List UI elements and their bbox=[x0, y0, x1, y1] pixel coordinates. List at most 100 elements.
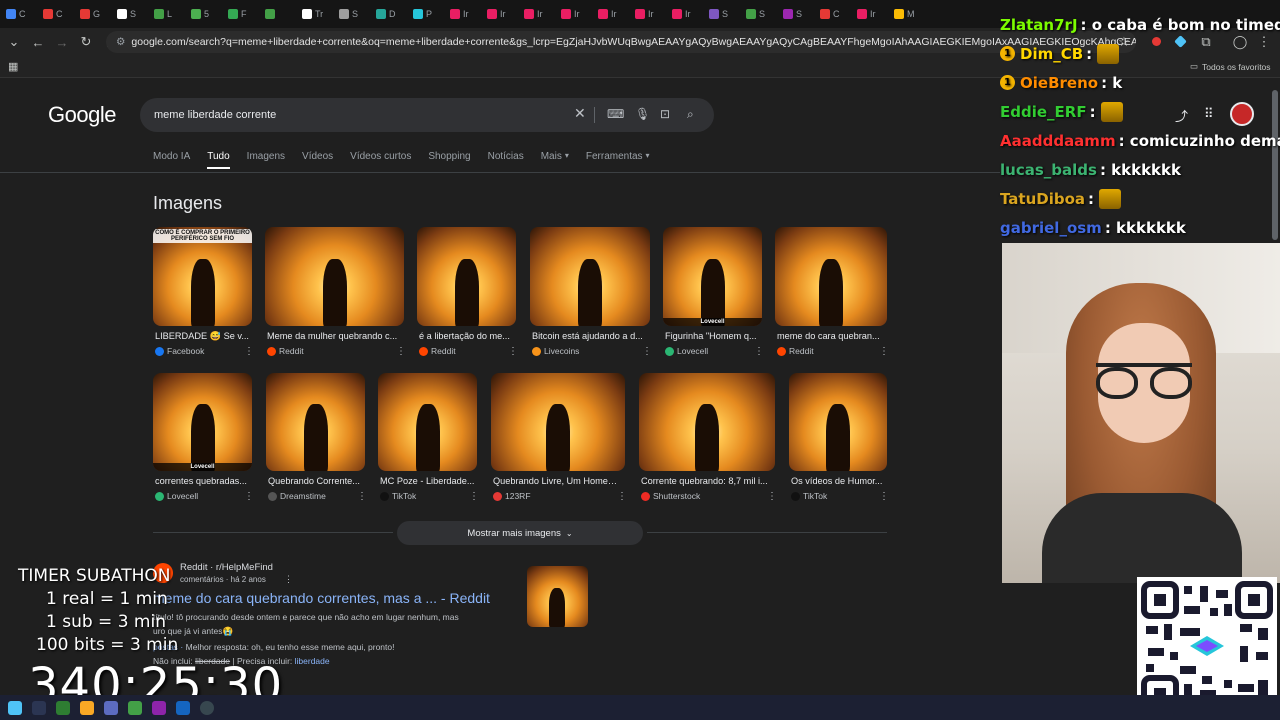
taskbar-app-3-icon[interactable] bbox=[104, 700, 118, 715]
image-title[interactable]: Bitcoin está ajudando a d... bbox=[532, 331, 648, 341]
image-result-card[interactable]: Bitcoin está ajudando a d... Livecoins ⋮ bbox=[530, 227, 652, 362]
browser-tab[interactable]: M bbox=[894, 4, 927, 24]
image-source[interactable]: Livecoins bbox=[532, 346, 579, 356]
back-icon[interactable]: ← bbox=[26, 35, 50, 50]
image-title[interactable]: Os vídeos de Humor... bbox=[791, 476, 885, 486]
apps-grid-icon[interactable]: ▦ bbox=[8, 60, 18, 73]
image-title[interactable]: Quebrando Livre, Um Homem... bbox=[493, 476, 623, 486]
browser-tab[interactable]: Ir bbox=[635, 4, 668, 24]
filter-tab[interactable]: Mais bbox=[541, 151, 562, 169]
image-menu-icon[interactable]: ⋮ bbox=[244, 346, 254, 357]
image-result-card[interactable]: é a libertação do me... Reddit ⋮ bbox=[417, 227, 518, 362]
taskbar-app-2-icon[interactable] bbox=[80, 700, 94, 715]
image-menu-icon[interactable]: ⋮ bbox=[244, 491, 254, 502]
browser-tab[interactable]: D bbox=[376, 4, 409, 24]
image-source[interactable]: Dreamstime bbox=[268, 491, 326, 501]
image-menu-icon[interactable]: ⋮ bbox=[642, 346, 652, 357]
result-title-link[interactable]: meme do cara quebrando correntes, mas a … bbox=[153, 590, 490, 606]
taskbar-search-icon[interactable] bbox=[32, 700, 46, 715]
incl-word-link[interactable]: liberdade bbox=[295, 656, 330, 666]
taskbar-app-6-icon[interactable] bbox=[176, 700, 190, 715]
image-menu-icon[interactable]: ⋮ bbox=[754, 346, 764, 357]
filter-tab[interactable]: Notícias bbox=[488, 151, 524, 169]
image-result-card[interactable]: MC Poze - Liberdade... TikTok ⋮ bbox=[378, 373, 479, 507]
image-title[interactable]: correntes quebradas... bbox=[155, 476, 250, 486]
image-result-card[interactable]: Meme da mulher quebrando c... Reddit ⋮ bbox=[265, 227, 406, 362]
image-source[interactable]: Shutterstock bbox=[641, 491, 700, 501]
browser-tab[interactable]: Ir bbox=[487, 4, 520, 24]
browser-tab[interactable]: Ir bbox=[561, 4, 594, 24]
filter-tab[interactable]: Tudo bbox=[207, 151, 230, 169]
browser-tab[interactable]: G bbox=[80, 4, 113, 24]
image-thumbnail[interactable] bbox=[530, 227, 650, 326]
image-source[interactable]: Reddit bbox=[419, 346, 456, 356]
forward-icon[interactable]: → bbox=[50, 35, 74, 50]
image-source[interactable]: Reddit bbox=[777, 346, 814, 356]
image-title[interactable]: Figurinha "Homem q... bbox=[665, 331, 760, 341]
image-menu-icon[interactable]: ⋮ bbox=[508, 346, 518, 357]
taskbar-app-5-icon[interactable] bbox=[152, 700, 166, 715]
chat-username[interactable]: gabriel_osm bbox=[1000, 219, 1102, 237]
image-menu-icon[interactable]: ⋮ bbox=[767, 491, 777, 502]
chat-username[interactable]: Aaadddaamm bbox=[1000, 132, 1116, 150]
result-site[interactable]: Reddit · r/HelpMeFind bbox=[180, 562, 273, 573]
image-source[interactable]: Reddit bbox=[267, 346, 304, 356]
image-result-card[interactable]: Corrente quebrando: 8,7 mil i... Shutters… bbox=[639, 373, 777, 507]
browser-tab[interactable]: S bbox=[117, 4, 150, 24]
mic-icon[interactable]: 🎙 bbox=[635, 107, 650, 121]
browser-tab[interactable]: S bbox=[709, 4, 742, 24]
filter-tab[interactable]: Vídeos curtos bbox=[350, 151, 411, 169]
taskbar-app-1-icon[interactable] bbox=[56, 700, 70, 715]
image-result-card[interactable]: Quebrando Livre, Um Homem... 123RF ⋮ bbox=[491, 373, 627, 507]
show-more-images-button[interactable]: Mostrar mais imagens ⌄ bbox=[397, 521, 643, 545]
browser-tab[interactable]: S bbox=[746, 4, 779, 24]
filter-tab[interactable]: Vídeos bbox=[302, 151, 333, 169]
filter-tab[interactable]: Shopping bbox=[428, 151, 470, 169]
image-title[interactable]: MC Poze - Liberdade... bbox=[380, 476, 475, 486]
image-source[interactable]: 123RF bbox=[493, 491, 531, 501]
image-thumbnail[interactable] bbox=[266, 373, 365, 471]
image-thumbnail[interactable] bbox=[378, 373, 477, 471]
image-source[interactable]: TikTok bbox=[380, 491, 416, 501]
browser-tab[interactable]: S bbox=[339, 4, 372, 24]
filter-tab[interactable]: Modo IA bbox=[153, 151, 190, 169]
browser-tab[interactable]: C bbox=[6, 4, 39, 24]
image-menu-icon[interactable]: ⋮ bbox=[357, 491, 367, 502]
image-thumbnail[interactable] bbox=[417, 227, 516, 326]
reload-icon[interactable]: ↻ bbox=[74, 34, 98, 50]
filter-tab[interactable]: Ferramentas bbox=[586, 151, 643, 169]
result-menu-icon[interactable]: ⋮ bbox=[284, 574, 293, 585]
image-thumbnail[interactable] bbox=[789, 373, 887, 471]
site-info-icon[interactable]: ⚙ bbox=[116, 36, 125, 48]
chat-username[interactable]: Zlatan7rJ bbox=[1000, 16, 1078, 34]
image-menu-icon[interactable]: ⋮ bbox=[879, 346, 889, 357]
browser-tab[interactable]: Ir bbox=[672, 4, 705, 24]
browser-tab[interactable] bbox=[265, 4, 298, 24]
image-thumbnail[interactable] bbox=[639, 373, 775, 471]
start-button-icon[interactable] bbox=[8, 700, 22, 715]
clear-icon[interactable]: ✕ bbox=[574, 105, 586, 122]
image-menu-icon[interactable]: ⋮ bbox=[396, 346, 406, 357]
browser-tab[interactable]: Ir bbox=[598, 4, 631, 24]
taskbar-app-7-icon[interactable] bbox=[200, 700, 214, 715]
image-title[interactable]: Corrente quebrando: 8,7 mil i... bbox=[641, 476, 773, 486]
result-thumbnail[interactable] bbox=[527, 566, 588, 627]
image-result-card[interactable]: Os vídeos de Humor... TikTok ⋮ bbox=[789, 373, 889, 507]
image-title[interactable]: Quebrando Corrente... bbox=[268, 476, 363, 486]
image-thumbnail[interactable]: Lovecell bbox=[153, 373, 252, 471]
taskbar-app-4-icon[interactable] bbox=[128, 700, 142, 715]
tab-search-icon[interactable]: ⌄ bbox=[2, 34, 26, 50]
image-result-card[interactable]: COMO É COMPRAR O PRIMEIRO PERIFÉRICO SEM… bbox=[153, 227, 254, 362]
browser-tab[interactable]: Ir bbox=[450, 4, 483, 24]
search-icon[interactable]: ⌕ bbox=[687, 107, 694, 122]
chat-username[interactable]: Eddie_ERF bbox=[1000, 103, 1087, 121]
image-thumbnail[interactable]: Lovecell bbox=[663, 227, 762, 326]
url-field[interactable]: ⚙ google.com/search?q=meme+liberdade+cor… bbox=[106, 31, 1136, 53]
keyboard-icon[interactable]: ⌨ bbox=[607, 107, 624, 121]
image-thumbnail[interactable] bbox=[491, 373, 625, 471]
browser-tab[interactable]: L bbox=[154, 4, 187, 24]
image-source[interactable]: Facebook bbox=[155, 346, 204, 356]
image-result-card[interactable]: Lovecell correntes quebradas... Lovecell ⋮ bbox=[153, 373, 254, 507]
filter-tab[interactable]: Imagens bbox=[247, 151, 285, 169]
image-source[interactable]: Lovecell bbox=[665, 346, 708, 356]
